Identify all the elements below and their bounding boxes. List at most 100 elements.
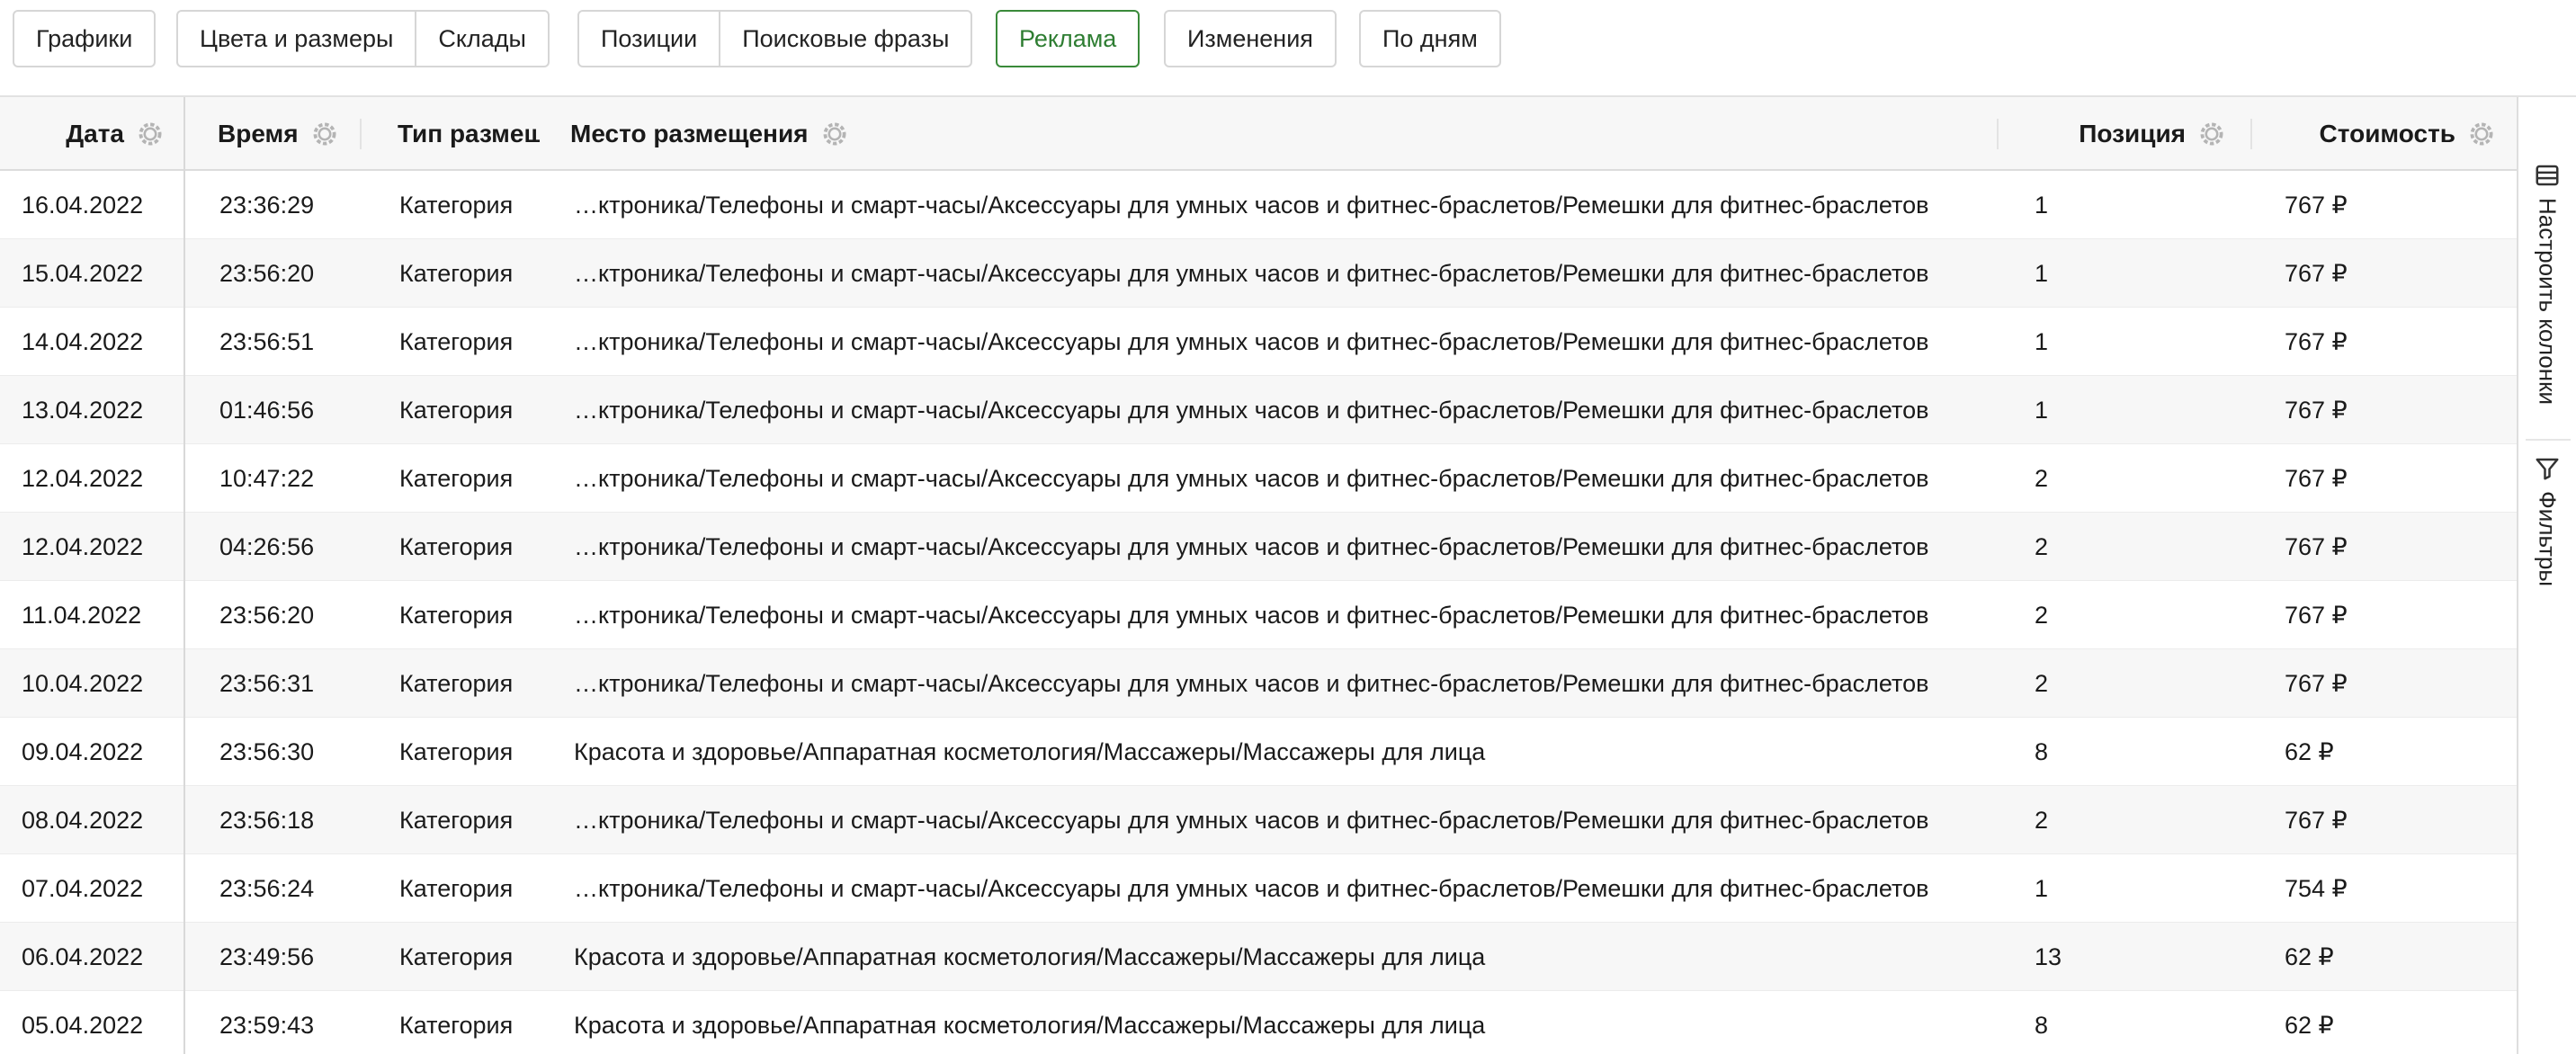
table-body: 16.04.2022 23:36:29 Категория …ктроника/Тел… — [0, 171, 2517, 1054]
column-header-position[interactable]: Позиция — [2002, 97, 2225, 171]
cell-date: 06.04.2022 — [22, 942, 144, 970]
cell-cost: 767 ₽ — [2285, 327, 2348, 355]
table-row[interactable]: 05.04.2022 23:59:43 Категория Красота и здо… — [0, 991, 2517, 1054]
cell-position: 2 — [2035, 669, 2049, 697]
gear-icon[interactable] — [2468, 121, 2495, 147]
side-panel: Настроить колонки Фильтры — [2517, 97, 2576, 1054]
table-row[interactable]: 13.04.2022 01:46:56 Категория …ктроника/Тел… — [0, 376, 2517, 444]
configure-columns-button[interactable]: Настроить колонки — [2518, 162, 2576, 405]
table-row[interactable]: 15.04.2022 23:56:20 Категория …ктроника/Тел… — [0, 239, 2517, 308]
cell-position: 2 — [2035, 806, 2049, 834]
cell-time: 01:46:56 — [219, 396, 315, 424]
tab-warehouses[interactable]: Склады — [415, 12, 548, 66]
column-header-type[interactable]: Тип размещения — [398, 97, 540, 171]
cell-position: 1 — [2035, 259, 2049, 287]
table-header: Дата Время Тип размещения Место размещен… — [0, 97, 2517, 171]
cell-time: 23:36:29 — [219, 191, 315, 219]
column-header-place[interactable]: Место размещения — [570, 97, 1056, 171]
column-divider — [2250, 119, 2252, 149]
tab-group-search: Позиции Поисковые фразы — [577, 10, 973, 67]
cell-date: 09.04.2022 — [22, 737, 144, 765]
cell-position: 1 — [2035, 327, 2049, 355]
tab-ads[interactable]: Реклама — [997, 12, 1138, 66]
cell-type: Категория — [399, 942, 514, 970]
table-row[interactable]: 12.04.2022 10:47:22 Категория …ктроника/Тел… — [0, 444, 2517, 513]
gear-icon[interactable] — [137, 121, 164, 147]
filters-button[interactable]: Фильтры — [2518, 455, 2576, 586]
column-header-time[interactable]: Время — [218, 97, 344, 171]
cell-position: 8 — [2035, 737, 2049, 765]
cell-position: 2 — [2035, 464, 2049, 492]
cell-date: 13.04.2022 — [22, 396, 144, 424]
table-row[interactable]: 09.04.2022 23:56:30 Категория Красота и здо… — [0, 718, 2517, 786]
filter-icon — [2536, 458, 2559, 480]
tab-group-changes: Изменения — [1164, 10, 1337, 67]
table-row[interactable]: 06.04.2022 23:49:56 Категория Красота и здо… — [0, 923, 2517, 991]
table-row[interactable]: 08.04.2022 23:56:18 Категория …ктроника/Тел… — [0, 786, 2517, 854]
cell-time: 23:56:20 — [219, 259, 315, 287]
cell-cost: 767 ₽ — [2285, 601, 2348, 629]
column-header-date-label: Дата — [66, 120, 124, 147]
cell-cost: 62 ₽ — [2285, 737, 2334, 765]
cell-time: 23:56:30 — [219, 737, 315, 765]
cell-position: 1 — [2035, 396, 2049, 424]
cell-place: …ктроника/Телефоны и смарт-часы/Аксессуа… — [574, 874, 1929, 902]
cell-time: 23:49:56 — [219, 942, 315, 970]
cell-cost: 767 ₽ — [2285, 806, 2348, 834]
tab-positions[interactable]: Позиции — [579, 12, 719, 66]
cell-date: 10.04.2022 — [22, 669, 144, 697]
cell-date: 12.04.2022 — [22, 464, 144, 492]
column-header-cost[interactable]: Стоимость — [2256, 97, 2495, 171]
tab-charts[interactable]: Графики — [14, 12, 154, 66]
cell-date: 12.04.2022 — [22, 532, 144, 560]
cell-time: 23:59:43 — [219, 1011, 315, 1039]
column-divider — [1997, 119, 1999, 149]
cell-time: 10:47:22 — [219, 464, 315, 492]
table-row[interactable]: 11.04.2022 23:56:20 Категория …ктроника/Тел… — [0, 581, 2517, 649]
tab-search-phrases[interactable]: Поисковые фразы — [719, 12, 970, 66]
cell-place: …ктроника/Телефоны и смарт-часы/Аксессуа… — [574, 532, 1929, 560]
cell-cost: 767 ₽ — [2285, 532, 2348, 560]
tab-group-stock: Цвета и размеры Склады — [176, 10, 550, 67]
gear-icon[interactable] — [311, 121, 338, 147]
cell-date: 14.04.2022 — [22, 327, 144, 355]
ads-table: Дата Время Тип размещения Место размещен… — [0, 97, 2517, 1054]
cell-date: 16.04.2022 — [22, 191, 144, 219]
tab-by-days[interactable]: По дням — [1361, 12, 1499, 66]
cell-type: Категория — [399, 1011, 514, 1039]
cell-cost: 767 ₽ — [2285, 259, 2348, 287]
cell-place: …ктроника/Телефоны и смарт-часы/Аксессуа… — [574, 806, 1929, 834]
column-header-date[interactable]: Дата — [0, 97, 164, 171]
pinned-column-divider — [183, 97, 185, 1054]
cell-place: …ктроника/Телефоны и смарт-часы/Аксессуа… — [574, 669, 1929, 697]
cell-date: 05.04.2022 — [22, 1011, 144, 1039]
table-row[interactable]: 12.04.2022 04:26:56 Категория …ктроника/Тел… — [0, 513, 2517, 581]
table-row[interactable]: 10.04.2022 23:56:31 Категория …ктроника/Тел… — [0, 649, 2517, 718]
table-row[interactable]: 14.04.2022 23:56:51 Категория …ктроника/Тел… — [0, 308, 2517, 376]
cell-type: Категория — [399, 259, 514, 287]
table-row[interactable]: 16.04.2022 23:36:29 Категория …ктроника/Тел… — [0, 171, 2517, 239]
cell-place: …ктроника/Телефоны и смарт-часы/Аксессуа… — [574, 396, 1929, 424]
column-header-time-label: Время — [218, 120, 299, 147]
cell-place: Красота и здоровье/Аппаратная косметолог… — [574, 1011, 1486, 1039]
cell-place: …ктроника/Телефоны и смарт-часы/Аксессуа… — [574, 327, 1929, 355]
gear-icon[interactable] — [2198, 121, 2225, 147]
tab-changes[interactable]: Изменения — [1166, 12, 1335, 66]
cell-type: Категория — [399, 464, 514, 492]
cell-date: 15.04.2022 — [22, 259, 144, 287]
tab-colors-sizes[interactable]: Цвета и размеры — [178, 12, 415, 66]
cell-type: Категория — [399, 327, 514, 355]
columns-icon — [2536, 165, 2559, 186]
cell-time: 23:56:31 — [219, 669, 315, 697]
cell-date: 08.04.2022 — [22, 806, 144, 834]
gear-icon[interactable] — [821, 121, 848, 147]
cell-position: 2 — [2035, 601, 2049, 629]
cell-time: 23:56:24 — [219, 874, 315, 902]
table-row[interactable]: 07.04.2022 23:56:24 Категория …ктроника/Тел… — [0, 854, 2517, 923]
cell-type: Категория — [399, 601, 514, 629]
column-divider — [360, 119, 362, 149]
cell-cost: 62 ₽ — [2285, 1011, 2334, 1039]
tab-group-charts: Графики — [13, 10, 157, 67]
cell-position: 1 — [2035, 874, 2049, 902]
cell-time: 23:56:18 — [219, 806, 315, 834]
